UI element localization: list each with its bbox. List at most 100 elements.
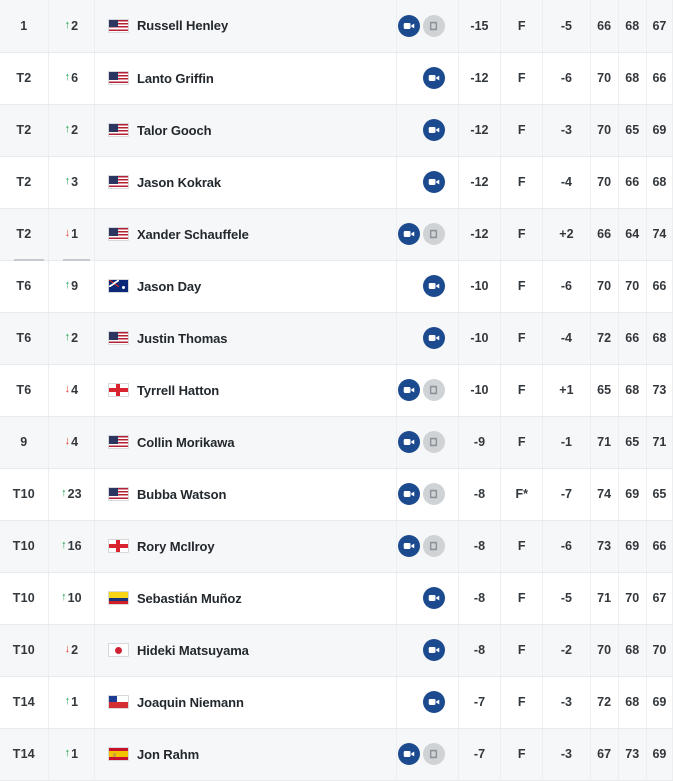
- player-name: Joaquin Niemann: [136, 694, 244, 710]
- arrow-up-icon: ↑: [64, 279, 71, 291]
- player-name-cell[interactable]: Bubba Watson: [94, 468, 397, 521]
- round-score: -4: [542, 156, 591, 209]
- video-camera-icon[interactable]: [397, 223, 420, 245]
- table-row[interactable]: T2 ↑ 3 Jason Kokrak -12 F -4 70 66 68: [0, 156, 673, 209]
- scorecard-icon[interactable]: [422, 223, 445, 245]
- total-score: -8: [458, 624, 502, 677]
- round-3-score-value: 69: [652, 123, 667, 137]
- player-position: T10: [0, 520, 49, 573]
- player-name-cell[interactable]: Xander Schauffele: [94, 208, 397, 261]
- round-3-score-value: 65: [652, 487, 667, 501]
- thru-status: F: [500, 520, 544, 573]
- scorecard-icon[interactable]: [422, 743, 445, 765]
- table-row[interactable]: T2 ↑ 2 Talor Gooch -12 F -3 70 65 69: [0, 104, 673, 157]
- media-links: [396, 208, 459, 261]
- video-camera-icon[interactable]: [397, 743, 420, 765]
- round-3-score: 65: [646, 468, 673, 521]
- round-1-score-value: 70: [597, 643, 612, 657]
- round-1-score-value: 66: [597, 227, 612, 241]
- video-camera-icon[interactable]: [422, 171, 445, 193]
- player-name-cell[interactable]: Collin Morikawa: [94, 416, 397, 469]
- video-camera-icon[interactable]: [422, 67, 445, 89]
- video-camera-icon[interactable]: [397, 431, 420, 453]
- table-row[interactable]: T10 ↑ 23 Bubba Watson -8 F* -7 74 69 65: [0, 468, 673, 521]
- table-row[interactable]: 9 ↓ 4 Collin Morikawa -9 F -1 71 65 71: [0, 416, 673, 469]
- round-2-score: 69: [618, 520, 647, 573]
- media-links: [396, 312, 459, 365]
- video-camera-icon[interactable]: [397, 483, 420, 505]
- table-row[interactable]: T10 ↑ 10 Sebastián Muñoz -8 F -5 71 70 67: [0, 572, 673, 625]
- player-name-cell[interactable]: Russell Henley: [94, 0, 397, 53]
- table-row[interactable]: T14 ↑ 1 Jon Rahm -7 F -3 67 73 69: [0, 728, 673, 781]
- round-3-score-value: 73: [652, 383, 667, 397]
- player-name-cell[interactable]: Justin Thomas: [94, 312, 397, 365]
- round-2-score: 66: [618, 156, 647, 209]
- player-name-cell[interactable]: Sebastián Muñoz: [94, 572, 397, 625]
- position-value: T2: [16, 175, 32, 189]
- player-name-cell[interactable]: Tyrrell Hatton: [94, 364, 397, 417]
- player-name-cell[interactable]: Lanto Griffin: [94, 52, 397, 105]
- scorecard-icon[interactable]: [422, 14, 445, 37]
- scorecard-icon[interactable]: [422, 379, 445, 401]
- round-2-score: 69: [618, 468, 647, 521]
- table-row[interactable]: T10 ↑ 16 Rory McIlroy -8 F -6 73 69 66: [0, 520, 673, 573]
- video-camera-icon[interactable]: [422, 275, 445, 297]
- player-name-cell[interactable]: Jon Rahm: [94, 728, 397, 781]
- round-1-score: 73: [590, 520, 619, 573]
- round-3-score: 73: [646, 364, 673, 417]
- player-name-cell[interactable]: Jason Day: [94, 260, 397, 313]
- arrow-down-icon: ↓: [64, 435, 71, 447]
- video-camera-icon[interactable]: [422, 691, 445, 713]
- player-name-cell[interactable]: Hideki Matsuyama: [94, 624, 397, 677]
- player-name-cell[interactable]: Jason Kokrak: [94, 156, 397, 209]
- total-score-value: -12: [470, 123, 489, 137]
- position-value: T2: [16, 71, 32, 85]
- total-score: -8: [458, 468, 502, 521]
- scorecard-icon[interactable]: [422, 483, 445, 505]
- player-name-cell[interactable]: Joaquin Niemann: [94, 676, 397, 729]
- player-position: T10: [0, 624, 49, 677]
- video-camera-icon[interactable]: [422, 119, 445, 141]
- video-camera-icon[interactable]: [422, 327, 445, 349]
- player-name: Lanto Griffin: [136, 70, 214, 86]
- table-row[interactable]: T6 ↓ 4 Tyrrell Hatton -10 F +1 65 68 73: [0, 364, 673, 417]
- round-score-value: -5: [560, 591, 572, 605]
- round-1-score: 66: [590, 0, 619, 53]
- total-score-value: -15: [470, 18, 489, 33]
- player-position: T14: [0, 676, 49, 729]
- table-row[interactable]: T2 ↑ 6 Lanto Griffin -12 F -6 70 68 66: [0, 52, 673, 105]
- round-1-score-value: 74: [597, 487, 612, 501]
- thru-status: F: [500, 676, 544, 729]
- country-flag-icon: [107, 227, 129, 241]
- player-name-cell[interactable]: Rory McIlroy: [94, 520, 397, 573]
- position-movement: ↑ 2: [48, 312, 95, 365]
- position-movement: ↑ 3: [48, 156, 95, 209]
- video-camera-icon[interactable]: [422, 587, 445, 609]
- total-score: -15: [458, 0, 502, 53]
- total-score-value: -10: [470, 279, 489, 293]
- round-3-score: 66: [646, 260, 673, 313]
- video-camera-icon[interactable]: [397, 379, 420, 401]
- media-links: [396, 624, 459, 677]
- player-name: Jason Day: [136, 278, 202, 294]
- movement-value: 1: [71, 226, 79, 241]
- table-row[interactable]: T6 ↑ 9 Jason Day -10 F -6 70 70 66: [0, 260, 673, 313]
- video-camera-icon[interactable]: [422, 639, 445, 661]
- thru-status-value: F: [517, 331, 526, 345]
- table-row[interactable]: T10 ↓ 2 Hideki Matsuyama -8 F -2 70 68 70: [0, 624, 673, 677]
- table-row[interactable]: 1 ↑ 2 Russell Henley -15 F -5 66 68 67: [0, 0, 673, 53]
- table-row[interactable]: T14 ↑ 1 Joaquin Niemann -7 F -3 72 68 69: [0, 676, 673, 729]
- media-links: [396, 728, 459, 781]
- round-score-value: -4: [560, 175, 572, 189]
- player-name-cell[interactable]: Talor Gooch: [94, 104, 397, 157]
- round-2-score-value: 68: [625, 695, 640, 709]
- table-row[interactable]: T6 ↑ 2 Justin Thomas -10 F -4 72 66 68: [0, 312, 673, 365]
- scorecard-icon[interactable]: [422, 535, 445, 557]
- table-row[interactable]: T2 ↓ 1 Xander Schauffele -12 F +2 66 64 74: [0, 208, 673, 261]
- video-camera-icon[interactable]: [397, 535, 420, 557]
- media-links: [396, 520, 459, 573]
- round-score-value: -5: [560, 18, 572, 33]
- video-camera-icon[interactable]: [397, 14, 420, 37]
- scorecard-icon[interactable]: [422, 431, 445, 453]
- round-1-score-value: 67: [597, 747, 612, 761]
